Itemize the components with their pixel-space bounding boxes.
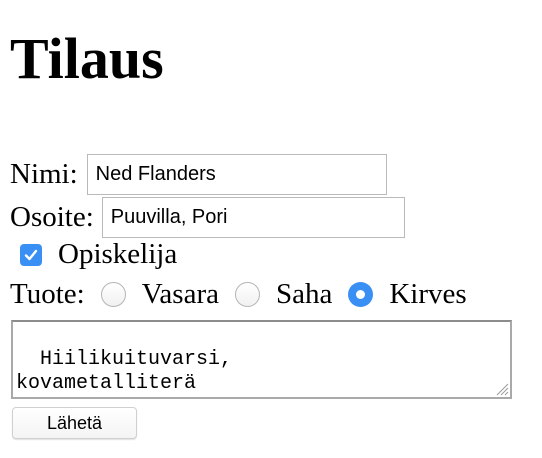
name-input[interactable] <box>86 154 387 195</box>
radio-vasara-label: Vasara <box>141 278 219 310</box>
notes-text: Hiilikuituvarsi, kovametalliterä <box>16 348 233 395</box>
radio-kirves-label: Kirves <box>389 278 467 310</box>
page-title: Tilaus <box>10 26 164 91</box>
radio-saha-label: Saha <box>275 278 333 310</box>
address-label: Osoite: <box>10 201 94 233</box>
product-row: Tuote: Vasara Saha Kirves <box>10 280 467 309</box>
address-row: Osoite: <box>10 197 405 238</box>
submit-button[interactable]: Lähetä <box>12 407 137 439</box>
student-checkbox[interactable] <box>20 243 42 266</box>
name-row: Nimi: <box>10 154 387 195</box>
address-input[interactable] <box>101 197 405 238</box>
name-label: Nimi: <box>10 158 78 190</box>
checkmark-icon <box>24 249 38 260</box>
student-label: Opiskelija <box>58 238 178 270</box>
resize-grip-icon[interactable] <box>495 382 509 396</box>
radio-kirves[interactable] <box>348 282 374 307</box>
student-row: Opiskelija <box>20 240 177 269</box>
radio-saha[interactable] <box>234 282 260 307</box>
notes-textarea[interactable]: Hiilikuituvarsi, kovametalliterä <box>11 320 512 399</box>
radio-vasara[interactable] <box>100 282 126 307</box>
product-label: Tuote: <box>10 278 85 310</box>
